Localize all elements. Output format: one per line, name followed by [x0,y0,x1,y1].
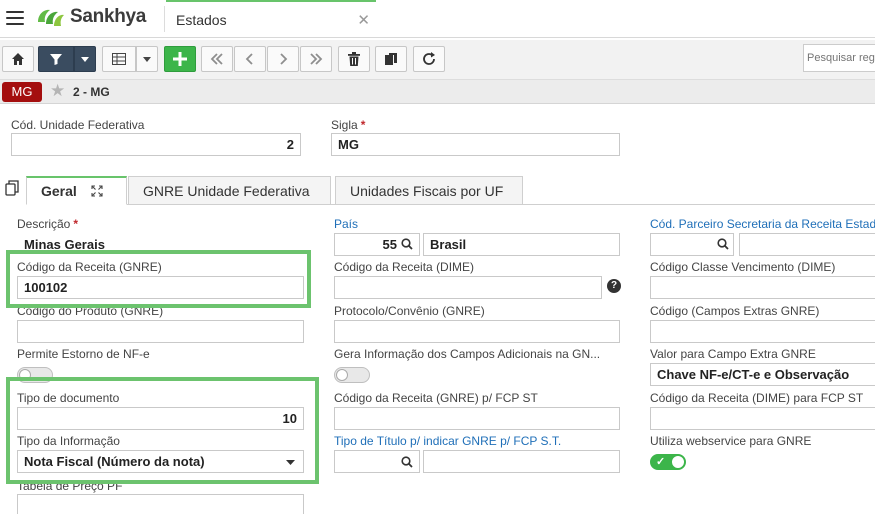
cod-produto-gnre-input[interactable] [17,320,304,343]
window-tab[interactable]: Estados ✕ [166,0,376,38]
filter-icon [50,54,62,65]
tipo-informacao-label: Tipo da Informação [17,434,120,448]
cod-campos-extras-input[interactable] [650,320,875,343]
search-input[interactable] [803,44,875,72]
refresh-button[interactable] [413,46,445,72]
protocolo-label: Protocolo/Convênio (GNRE) [334,304,485,318]
search-icon[interactable] [717,238,729,250]
next-record-button[interactable] [267,46,299,72]
help-icon[interactable]: ? [607,279,621,293]
gera-info-toggle[interactable] [334,367,370,383]
tab-gnre-uf[interactable]: GNRE Unidade Federativa [128,176,331,205]
gera-info-label: Gera Informação dos Campos Adicionais na… [334,347,601,361]
valor-campo-extra-label: Valor para Campo Extra GNRE [650,347,816,361]
last-record-button[interactable] [300,46,332,72]
cod-receita-dime-fcp-label: Código da Receita (DIME) para FCP ST [650,391,864,405]
cod-classe-venc-input[interactable] [650,276,875,299]
cod-receita-dime-input[interactable] [334,276,602,299]
cod-campos-extras-label: Código (Campos Extras GNRE) [650,304,820,318]
tipo-documento-input[interactable]: 10 [17,407,304,430]
close-icon[interactable]: ✕ [357,11,370,29]
utiliza-ws-label: Utiliza webservice para GNRE [650,434,812,448]
search-icon[interactable] [401,238,413,250]
tab-unidades-fiscais[interactable]: Unidades Fiscais por UF [335,176,523,205]
first-page-icon [210,53,223,65]
grid-icon [112,53,126,65]
menu-icon[interactable] [6,11,24,25]
tab-geral[interactable]: Geral [26,176,127,205]
logo: Sankhya [36,6,146,28]
pais-name-input[interactable]: Brasil [423,233,620,256]
utiliza-ws-toggle[interactable]: ✓ [650,454,686,470]
tipo-titulo-name-input[interactable] [423,450,620,473]
home-button[interactable] [2,46,34,72]
cod-classe-venc-label: Código Classe Vencimento (DIME) [650,260,836,274]
sigla-input[interactable]: MG [331,133,620,156]
cod-receita-dime-label: Código da Receita (DIME) [334,260,475,274]
refresh-icon [423,52,435,65]
valor-campo-extra-select[interactable]: Chave NF-e/CT-e e Observação [650,363,875,386]
filter-dropdown-button[interactable] [74,46,96,72]
cod-receita-gnre-input[interactable]: 100102 [17,276,304,299]
tipo-documento-label: Tipo de documento [17,391,120,405]
descricao-label: Descrição * [17,217,79,231]
filter-button[interactable] [38,46,74,72]
window-tab-label: Estados [176,12,227,28]
plus-icon [173,52,187,66]
next-icon [280,53,288,65]
star-icon[interactable]: ★ [50,81,65,101]
tabela-preco-input[interactable] [17,494,304,514]
prev-icon [245,53,253,65]
pais-label[interactable]: País [334,217,358,231]
brand-name: Sankhya [70,6,147,27]
protocolo-input[interactable] [334,320,620,343]
cod-uf-label: Cód. Unidade Federativa [11,118,145,132]
duplicate-button[interactable] [375,46,407,72]
permite-estorno-label: Permite Estorno de NF-e [17,347,150,361]
cod-produto-gnre-label: Código do Produto (GNRE) [17,304,164,318]
cod-receita-dime-fcp-input[interactable] [650,407,875,430]
toolbar [0,40,875,80]
status-badge: MG [2,82,42,102]
last-page-icon [310,53,323,65]
home-icon [12,53,24,65]
grid-view-button[interactable] [102,46,136,72]
first-record-button[interactable] [201,46,233,72]
cod-receita-gnre-label: Código da Receita (GNRE) [17,260,162,274]
delete-button[interactable] [338,46,370,72]
cod-uf-input[interactable]: 2 [11,133,301,156]
chevron-down-icon [143,56,151,62]
search-icon[interactable] [401,456,413,468]
top-bar: Sankhya Estados ✕ [0,0,875,38]
tab-geral-label: Geral [41,183,77,199]
copy-icon[interactable] [5,180,19,196]
sigla-label: Sigla * [331,118,366,132]
cod-receita-fcp-label: Código da Receita (GNRE) p/ FCP ST [334,391,538,405]
sankhya-logo-icon [38,9,64,26]
copy-icon [385,53,397,65]
tipo-informacao-select[interactable]: Nota Fiscal (Número da nota) [17,450,304,473]
expand-icon[interactable] [91,185,103,197]
cod-parceiro-name-input[interactable] [739,233,875,256]
tabela-preco-label: Tabela de Preço PF [17,479,123,493]
cod-parceiro-label[interactable]: Cód. Parceiro Secretaria da Receita Esta… [650,217,875,231]
grid-dropdown-button[interactable] [136,46,158,72]
chevron-down-icon [81,56,89,62]
tipo-titulo-label[interactable]: Tipo de Título p/ indicar GNRE p/ FCP S.… [334,434,561,448]
check-icon: ✓ [656,456,666,468]
record-bar: MG ★ 2 - MG [0,80,875,104]
add-record-button[interactable] [164,46,196,72]
record-title: 2 - MG [73,85,110,99]
permite-estorno-toggle[interactable] [17,367,53,383]
cod-receita-fcp-input[interactable] [334,407,620,430]
chevron-down-icon [286,460,295,465]
descricao-input[interactable]: Minas Gerais [17,233,304,256]
trash-icon [348,52,360,66]
prev-record-button[interactable] [234,46,266,72]
